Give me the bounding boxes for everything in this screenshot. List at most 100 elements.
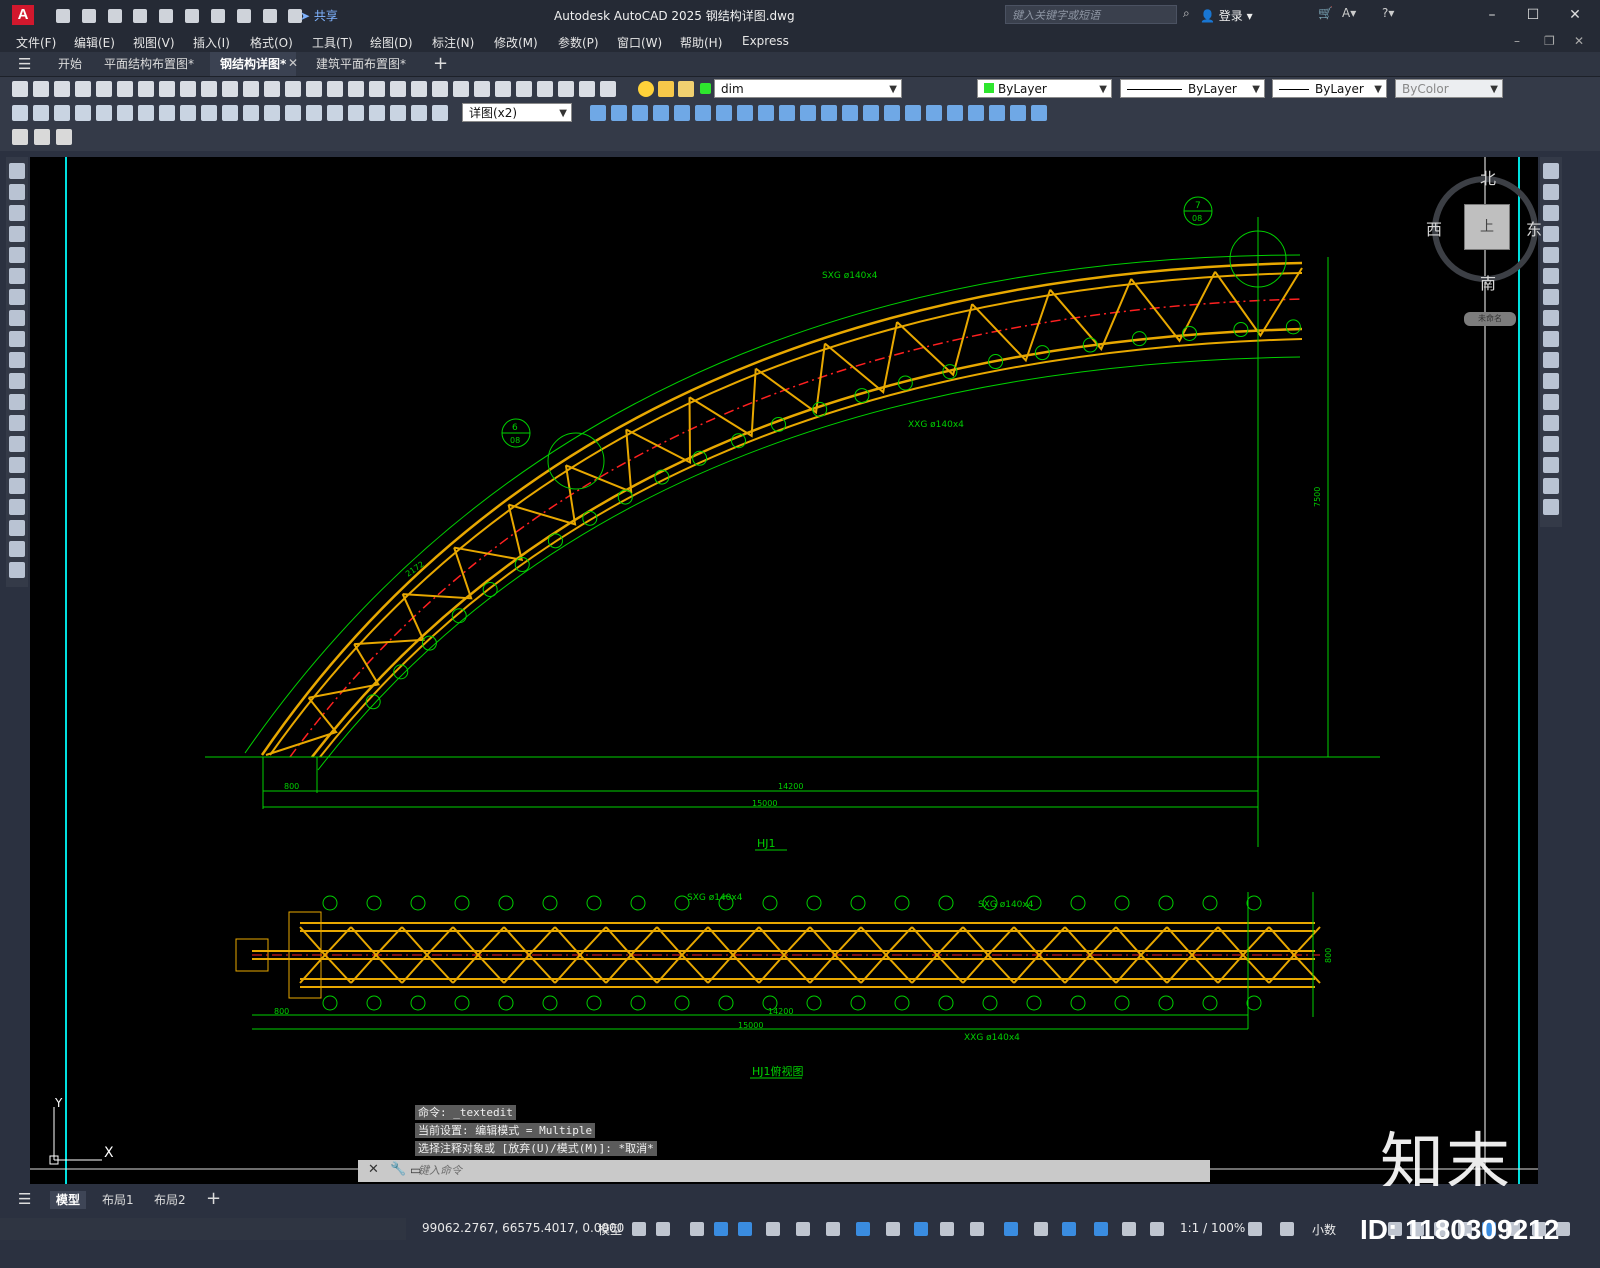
dimension-tool-icon-12[interactable] [243,105,259,121]
left-palette-tool-icon-4[interactable] [9,226,25,242]
left-palette-tool-icon-7[interactable] [9,289,25,305]
status-toggle-icon-5[interactable] [738,1222,752,1236]
wcs-menu[interactable]: 未命名 [1464,312,1516,326]
dimension-tool-icon-4[interactable] [75,105,91,121]
menu-tools[interactable]: 工具(T) [312,34,353,51]
dimension-tool-icon-9[interactable] [180,105,196,121]
left-palette-tool-icon-14[interactable] [9,436,25,452]
standard-tool-icon-26[interactable] [537,81,553,97]
standard-tool-icon-22[interactable] [453,81,469,97]
left-palette-tool-icon-20[interactable] [9,562,25,578]
add-layout-icon[interactable]: + [206,1188,221,1209]
left-palette-tool-icon-17[interactable] [9,499,25,515]
close-button[interactable]: ✕ [1560,5,1590,25]
modify-tool-icon-10[interactable] [779,105,795,121]
menu-view[interactable]: 视图(V) [133,34,175,51]
standard-tool-icon-1[interactable] [12,81,28,97]
status-toggle-icon-12[interactable] [940,1222,954,1236]
menu-draw[interactable]: 绘图(D) [370,34,413,51]
standard-tool-icon-13[interactable] [264,81,280,97]
status-toggle-icon-2[interactable] [656,1222,670,1236]
standard-tool-icon-4[interactable] [75,81,91,97]
modify-tool-icon-6[interactable] [695,105,711,121]
modify-tool-icon-22[interactable] [1031,105,1047,121]
standard-tool-icon-6[interactable] [117,81,133,97]
lineweight-dropdown[interactable]: ByLayer ▼ [1272,79,1387,98]
right-palette-tool-icon-11[interactable] [1543,373,1559,389]
dimension-tool-icon-15[interactable] [306,105,322,121]
open-file-icon[interactable] [81,8,96,23]
right-palette-tool-icon-16[interactable] [1543,478,1559,494]
standard-tool-icon-14[interactable] [285,81,301,97]
standard-tool-icon-25[interactable] [516,81,532,97]
standard-tool-icon-24[interactable] [495,81,511,97]
dimension-tool-icon-2[interactable] [33,105,49,121]
viewcube-north[interactable]: 北 [1480,165,1496,189]
modify-tool-icon-20[interactable] [989,105,1005,121]
menu-parametric[interactable]: 参数(P) [558,34,599,51]
doc-minimize-icon[interactable]: – [1514,34,1520,48]
modify-tool-icon-9[interactable] [758,105,774,121]
help-search-input[interactable]: 键入关键字或短语 [1005,5,1177,24]
modify-tool-icon-3[interactable] [632,105,648,121]
standard-tool-icon-20[interactable] [411,81,427,97]
tab-architecture-plan[interactable]: 建筑平面布置图* [306,52,416,76]
layout-menu-icon[interactable]: ☰ [18,1190,31,1208]
minimize-button[interactable]: – [1477,5,1507,25]
right-palette-tool-icon-1[interactable] [1543,163,1559,179]
status-toggle-icon-18[interactable] [1122,1222,1136,1236]
doc-restore-icon[interactable]: ❐ [1544,34,1555,48]
status-toggle-icon-16[interactable] [1062,1222,1076,1236]
dimension-tool-icon-17[interactable] [348,105,364,121]
dimstyle-dropdown[interactable]: 详图(x2) ▼ [462,103,572,122]
standard-tool-icon-3[interactable] [54,81,70,97]
layer-dropdown[interactable]: dim ▼ [714,79,902,98]
edit-hatch-icon[interactable] [56,129,72,145]
right-palette-tool-icon-5[interactable] [1543,247,1559,263]
model-space-toggle[interactable]: 模型 [598,1221,622,1238]
viewcube-east[interactable]: 东 [1526,216,1542,240]
menu-format[interactable]: 格式(O) [250,34,293,51]
modify-tool-icon-11[interactable] [800,105,816,121]
cart-icon[interactable]: 🛒 [1318,6,1333,20]
menu-help[interactable]: 帮助(H) [680,34,722,51]
status-toggle-icon-20[interactable] [1248,1222,1262,1236]
modify-tool-icon-7[interactable] [716,105,732,121]
standard-tool-icon-5[interactable] [96,81,112,97]
plot-icon[interactable] [210,8,225,23]
left-palette-tool-icon-9[interactable] [9,331,25,347]
standard-tool-icon-11[interactable] [222,81,238,97]
left-palette-tool-icon-5[interactable] [9,247,25,263]
modify-tool-icon-13[interactable] [842,105,858,121]
web-open-icon[interactable] [159,8,174,23]
standard-tool-icon-8[interactable] [159,81,175,97]
modify-tool-icon-12[interactable] [821,105,837,121]
menu-edit[interactable]: 编辑(E) [74,34,115,51]
right-palette-tool-icon-17[interactable] [1543,499,1559,515]
left-palette-tool-icon-1[interactable] [9,163,25,179]
left-palette-tool-icon-3[interactable] [9,205,25,221]
modify-tool-icon-2[interactable] [611,105,627,121]
tab-model[interactable]: 模型 [50,1191,87,1209]
share-button[interactable]: ➤ 共享 [300,7,338,24]
right-palette-tool-icon-4[interactable] [1543,226,1559,242]
viewcube-west[interactable]: 西 [1426,216,1442,240]
login-button[interactable]: 👤 登录 ▾ [1200,7,1253,24]
drawing-canvas[interactable]: 800 14200 15000 7500 2172 SXG ø140x4 XXG… [30,155,1538,1187]
dimension-tool-icon-16[interactable] [327,105,343,121]
viewcube-south[interactable]: 南 [1480,270,1496,294]
status-toggle-icon-9[interactable] [856,1222,870,1236]
menu-file[interactable]: 文件(F) [16,34,56,51]
standard-tool-icon-16[interactable] [327,81,343,97]
status-toggle-icon-8[interactable] [826,1222,840,1236]
right-palette-tool-icon-15[interactable] [1543,457,1559,473]
standard-tool-icon-27[interactable] [558,81,574,97]
help-icon[interactable]: ?▾ [1382,6,1394,20]
dimension-tool-icon-7[interactable] [138,105,154,121]
status-toggle-icon-7[interactable] [796,1222,810,1236]
right-palette-tool-icon-7[interactable] [1543,289,1559,305]
status-toggle-icon-13[interactable] [970,1222,984,1236]
dimension-tool-icon-3[interactable] [54,105,70,121]
modify-tool-icon-4[interactable] [653,105,669,121]
modify-tool-icon-21[interactable] [1010,105,1026,121]
